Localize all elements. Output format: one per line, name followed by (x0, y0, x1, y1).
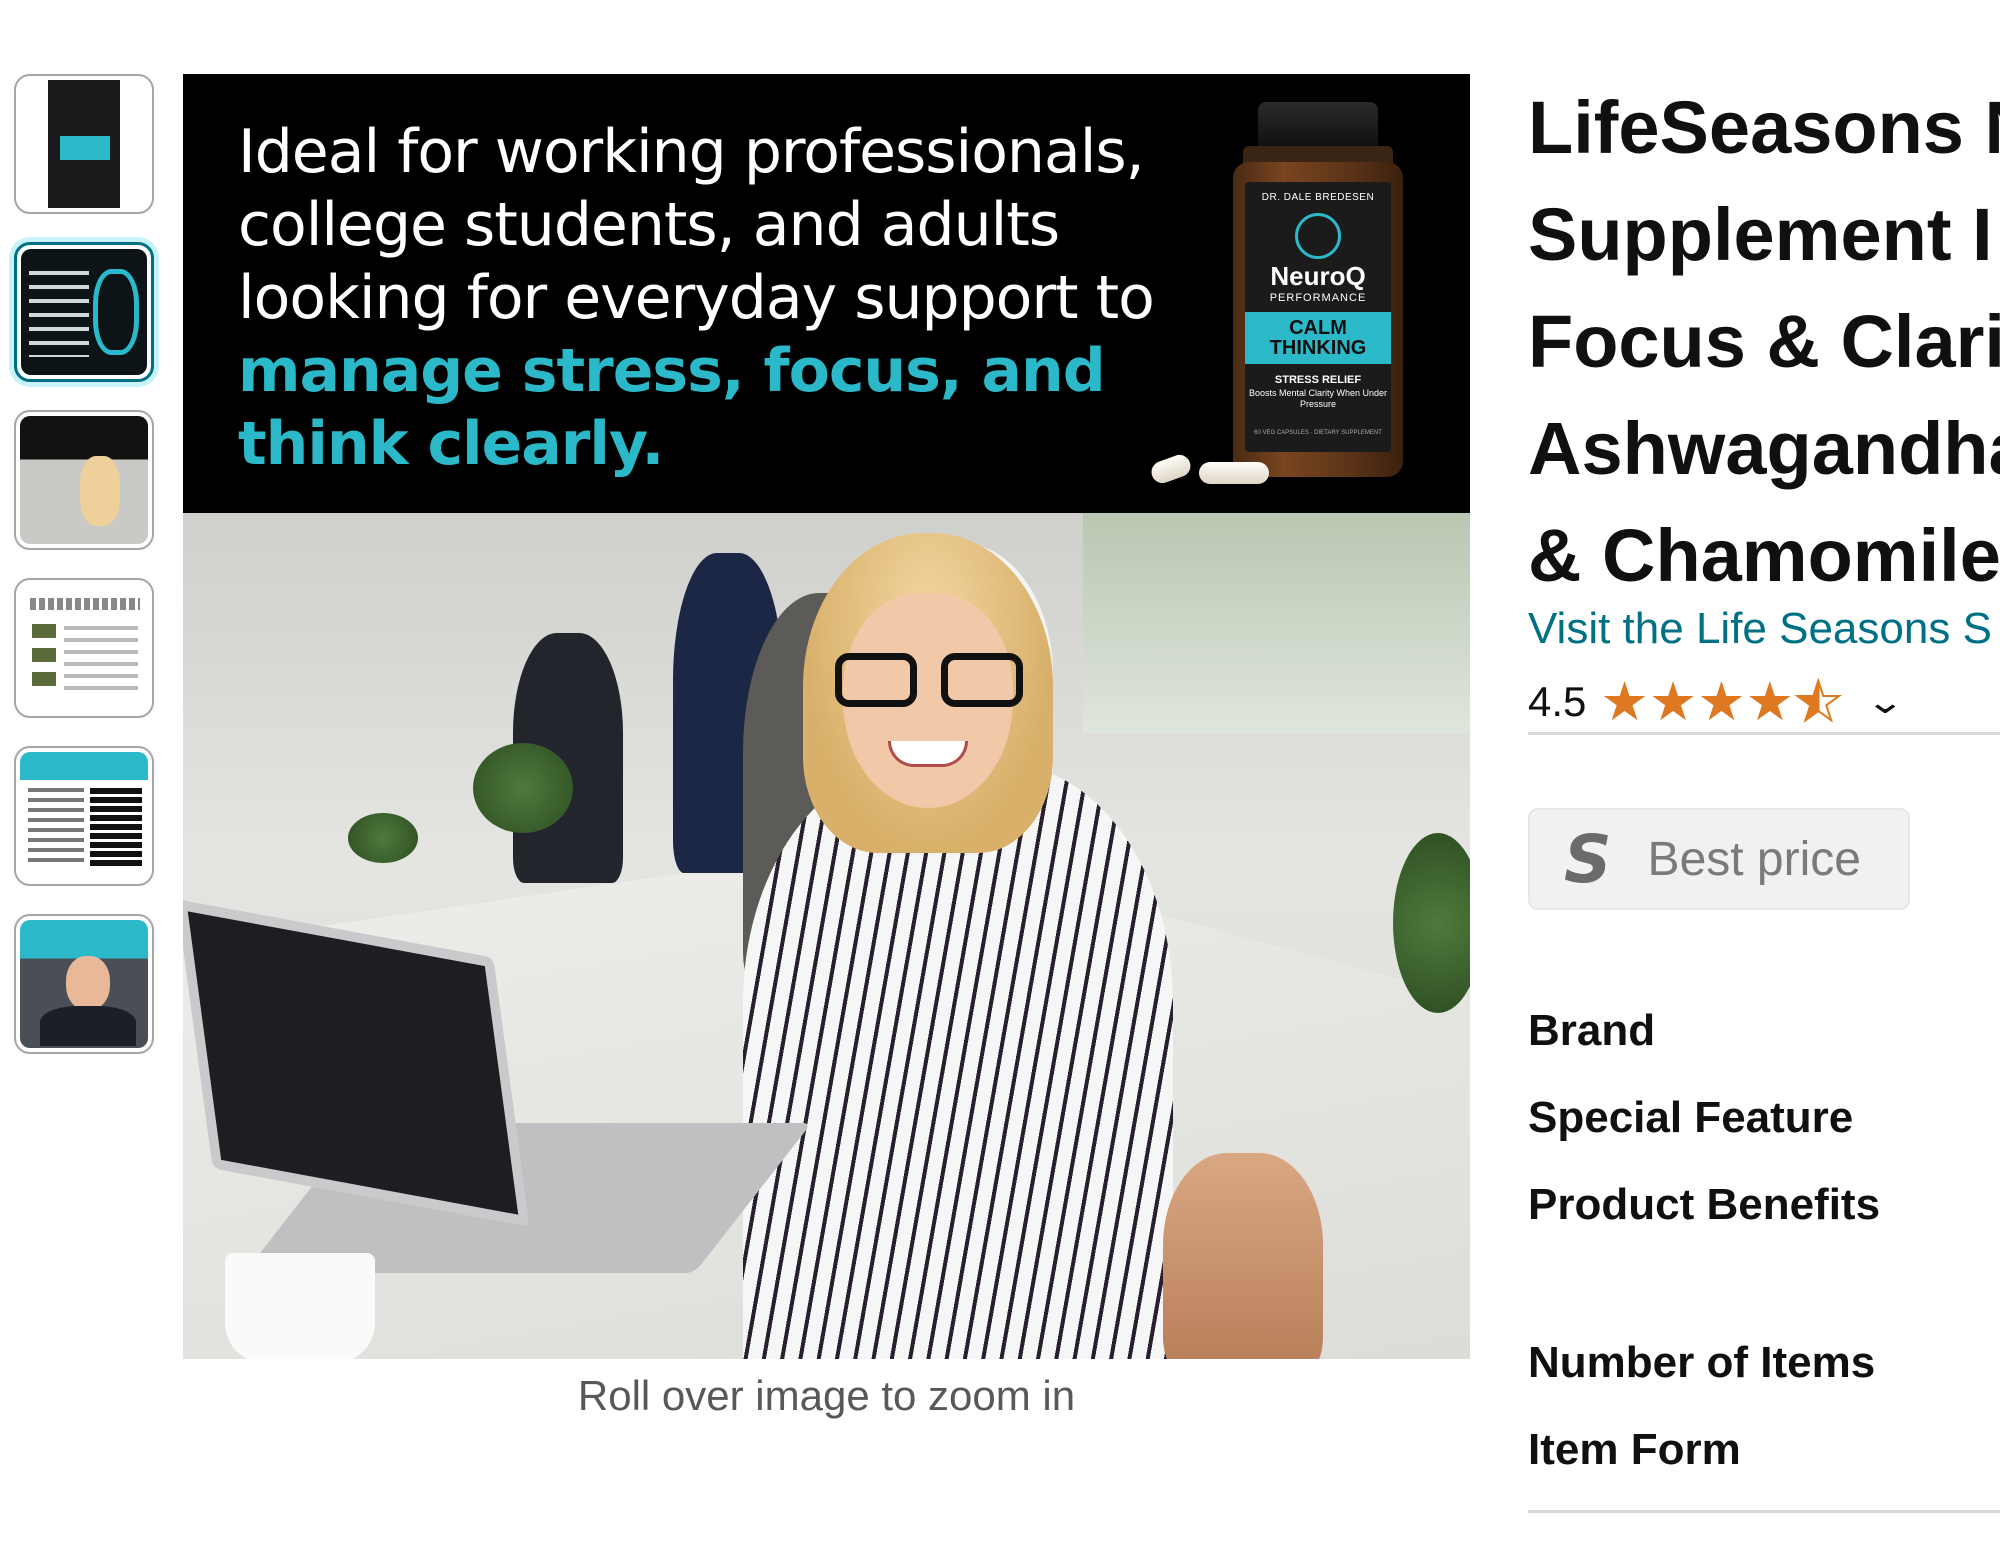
spec-label-brand: Brand (1528, 1006, 1656, 1055)
thumbnail-2[interactable] (14, 242, 154, 382)
chair (1163, 1153, 1323, 1359)
thumbnail-3[interactable] (14, 410, 154, 550)
spec-label-special-feature: Special Feature (1528, 1093, 1854, 1142)
plant-center (473, 743, 573, 833)
title-line-1: LifeSeasons N (1528, 86, 2000, 169)
bottle-performance: PERFORMANCE (1269, 292, 1367, 304)
bottle-footer: 60 VEG CAPSULES · DIETARY SUPPLEMENT (1254, 430, 1382, 436)
main-product-image[interactable]: Ideal for working professionals, college… (183, 74, 1470, 1359)
brain-icon (1295, 213, 1341, 259)
plant-left (348, 813, 418, 863)
banner-accent-2: think clearly. (238, 409, 664, 479)
product-title: LifeSeasons N Supplement I Focus & Clari… (1528, 74, 2000, 609)
zoom-hint: Roll over image to zoom in (577, 1372, 1076, 1419)
star-icon: ★ (1648, 670, 1698, 733)
s-logo-icon: S (1564, 820, 1612, 898)
coffee-cup (225, 1253, 375, 1359)
star-icon: ★ (1600, 670, 1649, 733)
spec-label-item-form: Item Form (1528, 1425, 1741, 1474)
banner-accent-1: manage stress, focus, and (238, 336, 1106, 406)
bottle-author: DR. DALE BREDESEN (1261, 192, 1375, 203)
thumbnail-5[interactable] (14, 746, 154, 886)
star-icon: ★ (1745, 670, 1795, 733)
banner-line-1: Ideal for working professionals, (238, 117, 1145, 187)
chevron-down-icon[interactable]: ⌄ (1865, 682, 1905, 722)
spec-label-product-benefits: Product Benefits (1528, 1180, 1881, 1229)
bottle-stress: STRESS RELIEF (1274, 374, 1362, 386)
rating-value: 4.5 (1528, 678, 1587, 725)
thumbnail-1[interactable] (14, 74, 154, 214)
bottle-calm-thinking: CALM THINKING (1245, 312, 1391, 364)
title-line-5: & Chamomile (1528, 514, 2000, 597)
glasses (831, 653, 1031, 709)
star-rating[interactable]: ★ ★ ★ ★ ★ (1600, 670, 1843, 733)
thumbnail-4[interactable] (14, 578, 154, 718)
office-photo (183, 513, 1470, 1359)
bottle-label: DR. DALE BREDESEN NeuroQ PERFORMANCE CAL… (1245, 182, 1391, 452)
best-price-button[interactable]: S Best price (1528, 808, 1910, 910)
spec-label-number-of-items: Number of Items (1528, 1338, 1876, 1387)
office-window (1083, 513, 1470, 733)
store-link[interactable]: Visit the Life Seasons S (1528, 604, 1992, 654)
title-line-4: Ashwagandha (1528, 407, 2000, 490)
banner-line-3: looking for everyday support to (238, 263, 1155, 333)
image-banner: Ideal for working professionals, college… (183, 74, 1470, 513)
divider-top (1528, 732, 2000, 735)
title-line-3: Focus & Clarit (1528, 300, 2000, 383)
rating-row[interactable]: 4.5 ★ ★ ★ ★ ★ ⌄ (1528, 670, 1905, 733)
capsule-2 (1199, 462, 1269, 484)
banner-text: Ideal for working professionals, college… (238, 116, 1198, 481)
banner-line-2: college students, and adults (238, 190, 1060, 260)
calm-line-2: THINKING (1269, 337, 1367, 359)
calm-line-1: CALM (1289, 317, 1347, 339)
best-price-label: Best price (1647, 832, 1861, 886)
bottle-cap (1258, 102, 1378, 146)
title-line-2: Supplement I (1528, 193, 1993, 276)
bottle-boosts: Boosts Mental Clarity When Under Pressur… (1248, 388, 1388, 409)
star-icon: ★ (1697, 670, 1746, 733)
divider-bottom (1528, 1510, 2000, 1513)
bottle-brand: NeuroQ (1270, 261, 1366, 291)
half-star-icon: ★ (1793, 670, 1843, 733)
product-page: Ideal for working professionals, college… (0, 0, 2000, 1564)
thumbnail-6[interactable] (14, 914, 154, 1054)
product-bottle: DR. DALE BREDESEN NeuroQ PERFORMANCE CAL… (1233, 102, 1403, 477)
